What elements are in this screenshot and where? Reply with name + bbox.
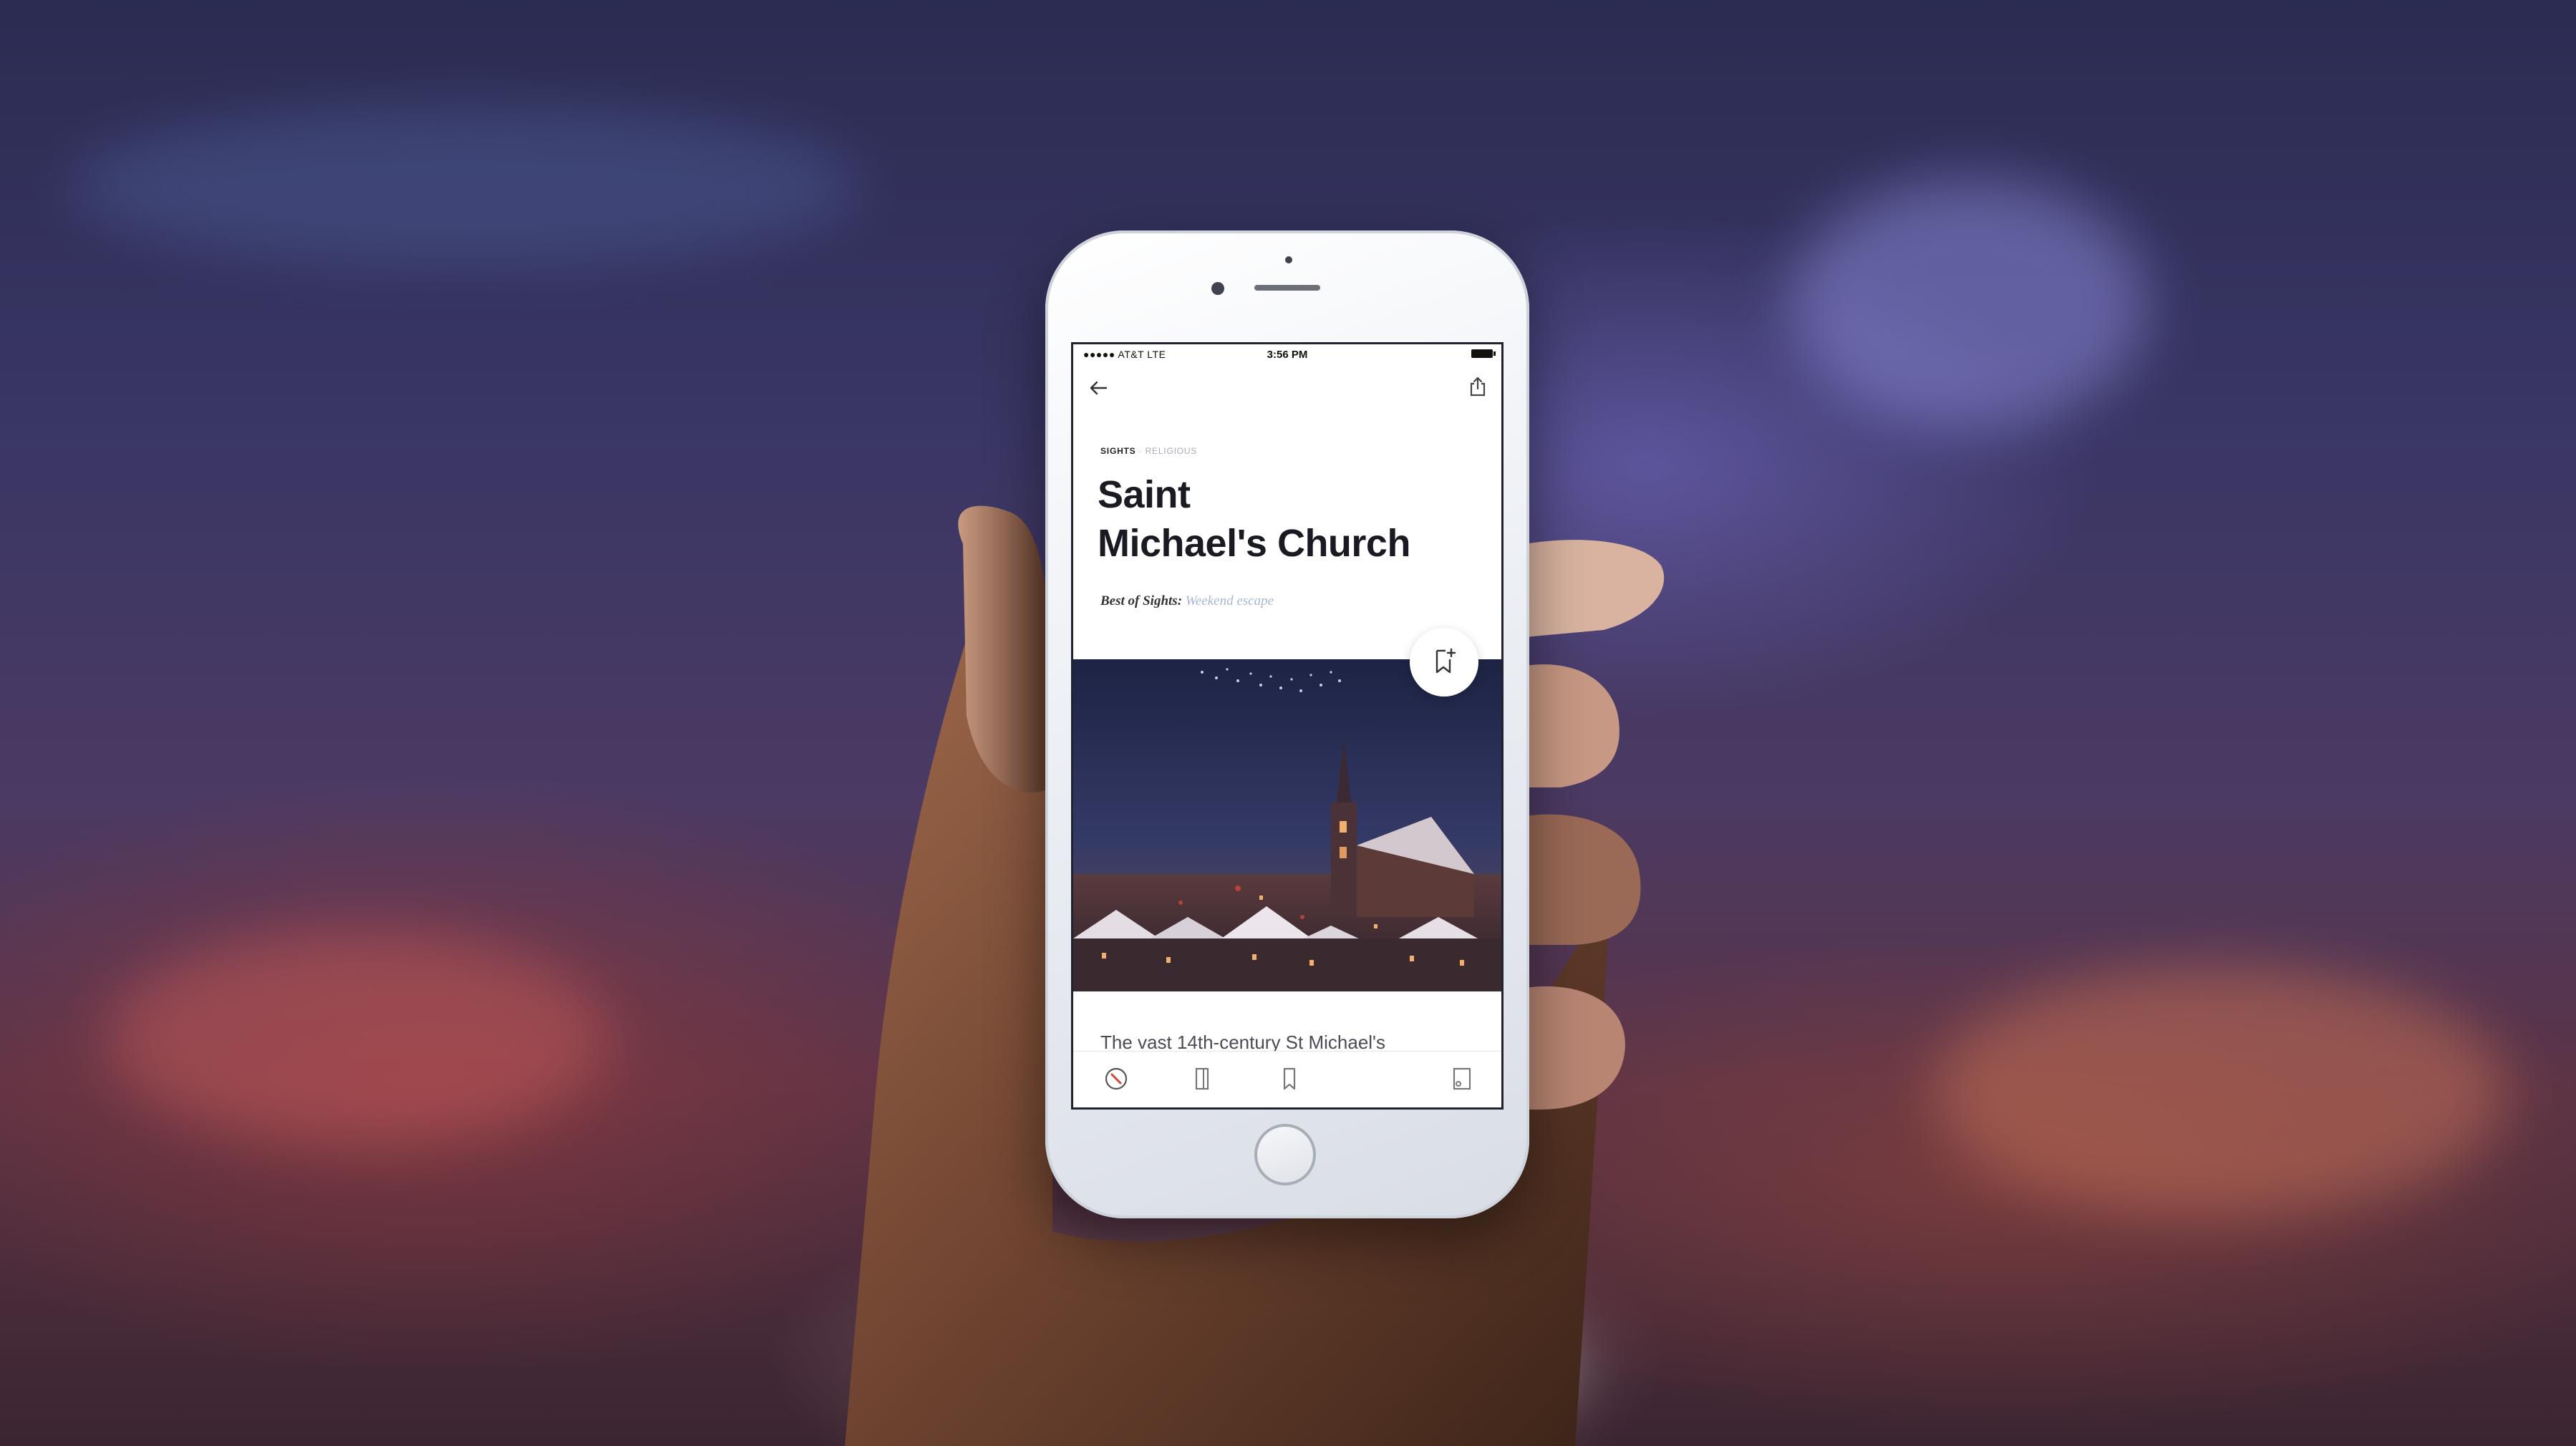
- phone-device: ●●●●● AT&T LTE 3:56 PM SIGHTS · RELIGIOU…: [1045, 231, 1529, 1218]
- tab-explore[interactable]: [1102, 1064, 1130, 1093]
- status-bar: ●●●●● AT&T LTE 3:56 PM: [1073, 344, 1501, 364]
- article-category: SIGHTS · RELIGIOUS: [1100, 446, 1197, 456]
- back-icon[interactable]: [1086, 376, 1110, 400]
- subcategory-link[interactable]: RELIGIOUS: [1146, 446, 1198, 456]
- bookmark-icon: [1283, 1067, 1296, 1090]
- hero-image: [1073, 659, 1501, 991]
- tab-guides[interactable]: [1188, 1064, 1216, 1093]
- status-time: 3:56 PM: [1267, 349, 1308, 361]
- title-line: Saint: [1098, 473, 1191, 516]
- front-camera: [1211, 282, 1224, 295]
- article-list-reference: Best of Sights: Weekend escape: [1100, 593, 1274, 609]
- profile-card-icon: [1453, 1067, 1471, 1090]
- share-icon[interactable]: [1466, 374, 1490, 399]
- tab-saved[interactable]: [1275, 1064, 1304, 1093]
- earpiece-speaker: [1254, 285, 1320, 291]
- blurred-city-background: ●●●●● AT&T LTE 3:56 PM SIGHTS · RELIGIOU…: [0, 0, 2576, 1446]
- phone-screen: ●●●●● AT&T LTE 3:56 PM SIGHTS · RELIGIOU…: [1071, 342, 1504, 1110]
- list-label: Best of Sights:: [1100, 593, 1183, 608]
- title-line: Michael's Church: [1098, 522, 1410, 565]
- article-title: Saint Michael's Church: [1098, 470, 1484, 568]
- home-button[interactable]: [1254, 1124, 1316, 1185]
- battery-icon: [1471, 349, 1496, 358]
- tab-bar: [1073, 1051, 1501, 1107]
- proximity-sensor: [1285, 256, 1292, 263]
- nav-bar: [1073, 370, 1501, 404]
- book-icon: [1195, 1067, 1209, 1090]
- bookmark-add-icon: [1435, 648, 1456, 674]
- list-link[interactable]: Weekend escape: [1186, 593, 1274, 608]
- category-separator: ·: [1138, 446, 1143, 456]
- category-link[interactable]: SIGHTS: [1100, 446, 1136, 456]
- tab-profile[interactable]: [1447, 1064, 1476, 1093]
- bookmark-add-button[interactable]: [1410, 628, 1478, 697]
- compass-icon: [1105, 1067, 1128, 1090]
- church-night-photo: [1073, 659, 1501, 991]
